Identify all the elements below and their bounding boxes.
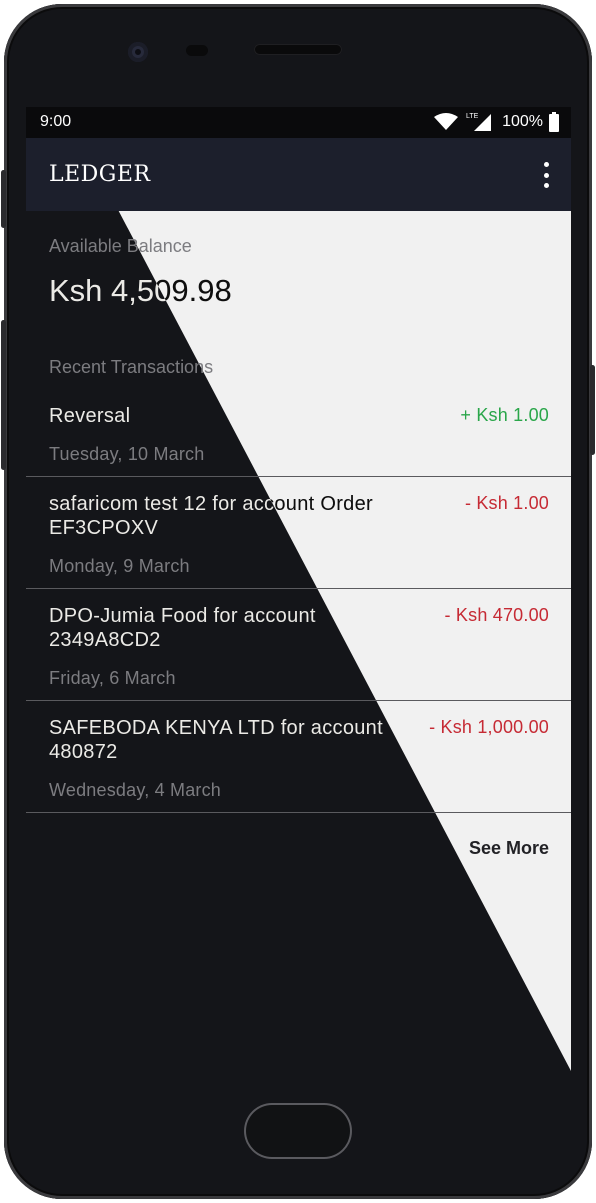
transaction-title: Reversal [49, 405, 131, 427]
row-divider [26, 476, 571, 477]
transaction-amount: + Ksh 1.00 [460, 405, 549, 425]
network-type: LTE [466, 113, 479, 120]
home-button[interactable] [244, 1103, 352, 1159]
volume-button [1, 170, 6, 228]
status-icons: LTE 100% [434, 111, 559, 133]
transaction-date: Tuesday, 10 March [49, 444, 205, 464]
transaction-amount: - Ksh 1,000.00 [429, 717, 549, 737]
more-vert-icon[interactable] [541, 162, 551, 188]
earpiece-speaker [254, 44, 342, 55]
transaction-title: DPO-Jumia Food for account 2349A8CD2 [49, 605, 316, 651]
app-title: LEDGER [49, 162, 151, 187]
status-bar: 9:00 LTE 100% [26, 107, 571, 138]
app-bar: LEDGER [26, 138, 571, 211]
status-time: 9:00 [40, 113, 72, 130]
transaction-amount: - Ksh 1.00 [464, 493, 549, 513]
transaction-date: Monday, 9 March [49, 556, 190, 576]
balance-value: Ksh 4,509.98 [49, 273, 232, 308]
row-divider [26, 700, 571, 701]
screen: 9:00 LTE 100% LEDGER Available Balance K… [26, 107, 571, 1071]
transaction-title: safaricom test 12 for account Order EF3C… [49, 493, 373, 539]
transaction-amount: - Ksh 470.00 [444, 605, 549, 625]
row-divider [26, 812, 571, 813]
proximity-sensor [186, 45, 208, 56]
transaction-title: SAFEBODA KENYA LTD for account 480872 [49, 717, 383, 763]
recent-transactions-label: Recent Transactions [49, 357, 214, 377]
transaction-date: Wednesday, 4 March [49, 780, 222, 800]
volume-button-lower [1, 320, 6, 470]
balance-label: Available Balance [49, 236, 192, 256]
front-camera [128, 42, 148, 62]
row-divider [26, 588, 571, 589]
transaction-date: Friday, 6 March [49, 668, 176, 688]
see-more-button[interactable]: See More [469, 838, 549, 859]
battery-icon [549, 112, 559, 132]
signal-icon: LTE [466, 113, 492, 131]
battery-percentage: 100% [502, 113, 543, 130]
power-button [590, 365, 595, 455]
wifi-icon [434, 113, 459, 130]
